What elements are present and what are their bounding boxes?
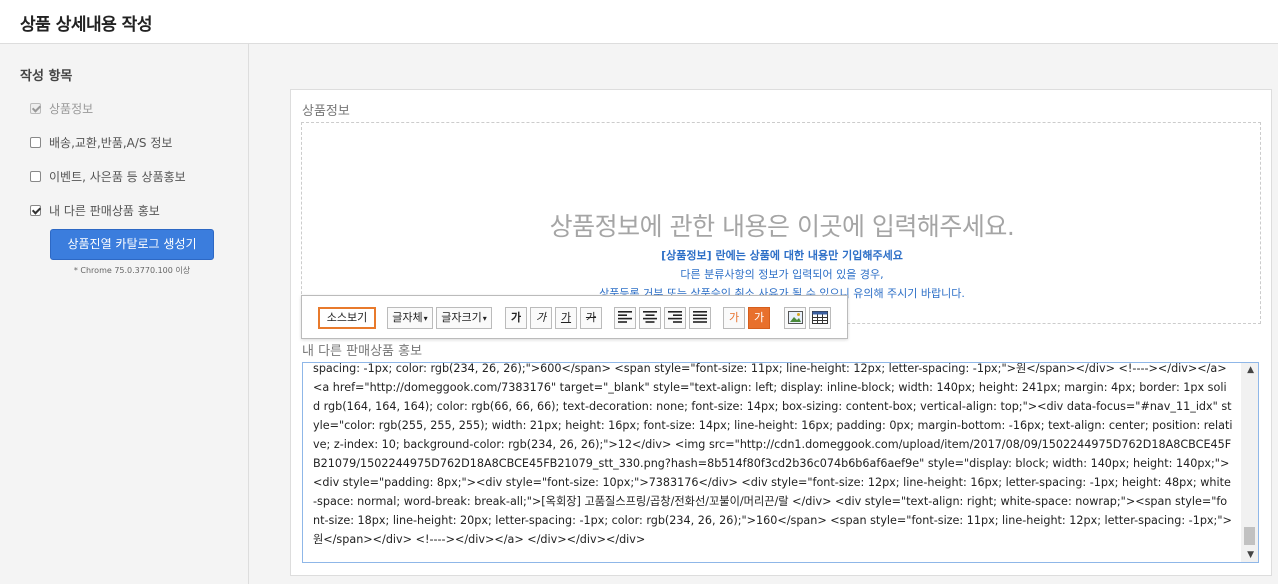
product-info-checkbox <box>30 103 41 114</box>
align-right-icon <box>668 311 682 323</box>
source-code-text: spacing: -1px; color: rgb(234, 26, 26);"… <box>313 362 1233 546</box>
font-size-label: 글자크기 <box>441 311 482 324</box>
placeholder-main: 상품정보에 관한 내용은 이곳에 입력해주세요. <box>549 212 1015 241</box>
align-justify-button[interactable] <box>689 307 711 329</box>
product-info-label: 상품정보 <box>302 104 350 119</box>
option-event-promo[interactable]: 이벤트, 사은품 등 상품홍보 <box>30 168 186 185</box>
source-view-button[interactable]: 소스보기 <box>318 307 376 329</box>
option-label: 배송,교환,반품,A/S 정보 <box>49 136 173 150</box>
promo-source-editor[interactable]: spacing: -1px; color: rgb(234, 26, 26);"… <box>302 362 1259 563</box>
option-other-products[interactable]: 내 다른 판매상품 홍보 <box>30 202 160 219</box>
shipping-info-checkbox[interactable] <box>30 137 41 148</box>
other-products-checkbox[interactable] <box>30 205 41 216</box>
table-icon <box>812 311 828 324</box>
vertical-scrollbar[interactable]: ▲ ▼ <box>1241 363 1258 562</box>
align-right-button[interactable] <box>664 307 686 329</box>
align-left-icon <box>618 311 632 323</box>
insert-table-button[interactable] <box>809 307 831 329</box>
page-header: 상품 상세내용 작성 <box>0 0 1278 44</box>
option-label: 내 다른 판매상품 홍보 <box>49 204 160 218</box>
scroll-thumb[interactable] <box>1244 527 1255 545</box>
strikethrough-button[interactable]: 가 <box>580 307 602 329</box>
bold-button[interactable]: 가 <box>505 307 527 329</box>
option-label: 상품정보 <box>49 102 94 116</box>
sidebar: 작성 항목 상품정보 배송,교환,반품,A/S 정보 이벤트, 사은품 등 상품… <box>0 44 249 584</box>
option-label: 이벤트, 사은품 등 상품홍보 <box>49 170 186 184</box>
align-left-button[interactable] <box>614 307 636 329</box>
scroll-down-icon[interactable]: ▼ <box>1247 550 1254 560</box>
option-product-info: 상품정보 <box>30 100 93 117</box>
event-promo-checkbox[interactable] <box>30 171 41 182</box>
font-color-button[interactable]: 가 <box>723 307 745 329</box>
insert-image-button[interactable] <box>784 307 806 329</box>
align-center-icon <box>643 311 657 323</box>
page-title: 상품 상세내용 작성 <box>20 15 152 35</box>
option-shipping-info[interactable]: 배송,교환,반품,A/S 정보 <box>30 134 172 151</box>
align-justify-icon <box>693 311 707 323</box>
placeholder-notice: [상품정보] 란에는 상품에 대한 내용만 기입해주세요 <box>661 249 903 262</box>
promo-section-label: 내 다른 판매상품 홍보 <box>302 344 423 359</box>
font-size-dropdown[interactable]: 글자크기 <box>436 307 492 329</box>
image-icon <box>787 311 803 324</box>
font-family-label: 글자체 <box>392 311 423 324</box>
align-center-button[interactable] <box>639 307 661 329</box>
italic-button[interactable]: 가 <box>530 307 552 329</box>
editor-toolbar: 소스보기 글자체 글자크기 가 가 가 가 가 가 <box>301 295 848 339</box>
section-title: 작성 항목 <box>20 69 73 84</box>
font-family-dropdown[interactable]: 글자체 <box>387 307 433 329</box>
placeholder-warning-1: 다른 분류사항의 정보가 입력되어 있을 경우, <box>680 268 884 281</box>
catalog-generator-button[interactable]: 상품진열 카탈로그 생성기 <box>50 229 214 260</box>
underline-button[interactable]: 가 <box>555 307 577 329</box>
chrome-version-note: * Chrome 75.0.3770.100 이상 <box>73 266 191 275</box>
background-color-button[interactable]: 가 <box>748 307 770 329</box>
scroll-up-icon[interactable]: ▲ <box>1247 365 1254 375</box>
product-info-editor[interactable]: 상품정보에 관한 내용은 이곳에 입력해주세요. [상품정보] 란에는 상품에 … <box>301 122 1261 324</box>
